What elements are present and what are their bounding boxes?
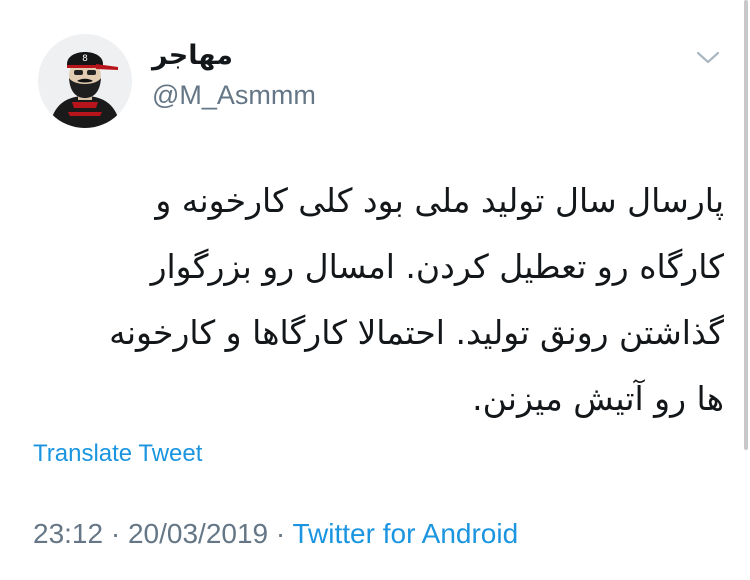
tweet-line: کارگاه رو تعطیل کردن. امسال رو بزرگوار (150, 247, 724, 286)
tweet-text: پارسال سال تولید ملی بود کلی کارخونه و ک… (34, 168, 724, 432)
tweet-line: گذاشتن رونق تولید. احتمالا کارگاها و کار… (109, 313, 724, 352)
tweet-metadata: 23:12 · 20/03/2019 · Twitter for Android (33, 518, 518, 550)
tweet-date[interactable]: 20/03/2019 (128, 518, 268, 549)
translate-tweet-link[interactable]: Translate Tweet (33, 440, 202, 468)
scrollbar[interactable] (744, 0, 748, 450)
tweet-time[interactable]: 23:12 (33, 518, 103, 549)
tweet-card: 8 مهاجر @M_Asmmm پارسال سال تولید ملی بو… (0, 0, 750, 580)
meta-separator: · (103, 518, 128, 549)
tweet-source-link[interactable]: Twitter for Android (293, 518, 519, 549)
svg-text:8: 8 (82, 54, 88, 64)
meta-separator: · (268, 518, 293, 549)
tweet-line: ها رو آتیش میزنن. (472, 379, 724, 418)
chevron-down-icon[interactable] (694, 48, 722, 68)
display-name[interactable]: مهاجر (152, 40, 233, 71)
avatar-image: 8 (38, 34, 132, 128)
avatar[interactable]: 8 (38, 34, 132, 128)
tweet-line: پارسال سال تولید ملی بود کلی کارخونه و (155, 181, 724, 220)
user-handle[interactable]: @M_Asmmm (152, 80, 316, 111)
